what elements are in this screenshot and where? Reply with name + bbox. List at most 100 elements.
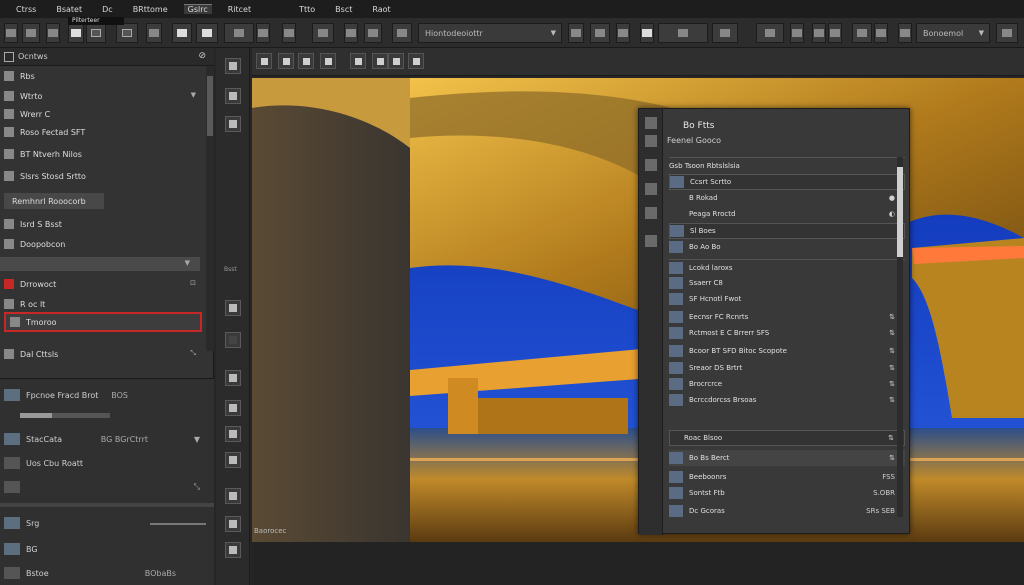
list-item[interactable]: Gsb Tsoon Rbtslslsia xyxy=(669,157,905,173)
sort-icon[interactable]: ⇅ xyxy=(889,454,895,462)
refresh-icon[interactable] xyxy=(408,53,424,69)
slider[interactable] xyxy=(150,523,206,525)
list-item[interactable]: Bo Ao Bo xyxy=(669,239,905,255)
expand-icon[interactable]: ⤡ xyxy=(190,349,196,358)
list-item[interactable]: Rbs xyxy=(0,66,206,86)
list-item[interactable]: Lcokd laroxs xyxy=(669,259,905,275)
share-icon[interactable] xyxy=(996,23,1018,43)
menu-item-7[interactable]: Ttto xyxy=(295,5,319,14)
close-icon[interactable]: ⊘ xyxy=(198,51,206,61)
list-item[interactable]: BT Ntverh Nilos xyxy=(0,144,206,164)
tool-path[interactable] xyxy=(225,452,241,468)
list-item[interactable]: SF Hcnotl Fwot xyxy=(669,291,905,307)
list-item[interactable]: Bo Bs Berct ⇅ xyxy=(669,450,905,466)
list-item[interactable]: Dc Gcoras SRs SEB xyxy=(669,503,905,519)
left-panel-scrollbar[interactable] xyxy=(206,66,214,351)
property-row[interactable]: Bstoe BObaBs xyxy=(0,563,214,583)
chain-icon[interactable] xyxy=(364,23,382,43)
list-item[interactable]: Isrd S Bsst xyxy=(0,214,206,234)
property-row[interactable]: BG xyxy=(0,539,214,559)
sort-icon[interactable]: ⇅ xyxy=(889,347,895,355)
scroll-thumb[interactable] xyxy=(897,167,903,257)
eye-icon[interactable] xyxy=(790,23,804,43)
link-icon[interactable] xyxy=(568,23,584,43)
chevron-down-icon[interactable]: ▼ xyxy=(185,259,190,267)
swap-icon[interactable] xyxy=(344,23,358,43)
tool-brush[interactable] xyxy=(225,116,241,132)
monitor-icon[interactable] xyxy=(116,23,138,43)
mail-icon[interactable] xyxy=(68,23,84,43)
tool-pen[interactable] xyxy=(225,300,241,316)
sort-icon[interactable]: ⇅ xyxy=(889,364,895,372)
strip-icon[interactable] xyxy=(645,135,657,147)
menu-item-6[interactable]: Ritcet xyxy=(224,5,255,14)
list-item[interactable]: Peaga Rroctd ◐ xyxy=(669,206,905,222)
text-icon[interactable] xyxy=(828,23,842,43)
brush-icon[interactable] xyxy=(196,23,218,43)
options-icon[interactable] xyxy=(756,23,784,43)
list-item[interactable]: Roso Fectad SFT xyxy=(0,122,206,142)
grid-icon[interactable] xyxy=(392,23,412,43)
property-row[interactable]: Uos Cbu Roatt xyxy=(0,453,214,473)
crop-icon[interactable] xyxy=(172,23,192,43)
sort-icon[interactable]: ⇅ xyxy=(888,434,894,442)
tool-text[interactable] xyxy=(225,426,241,442)
redo-icon[interactable] xyxy=(388,53,404,69)
tool-select[interactable] xyxy=(225,58,241,74)
rect-icon[interactable] xyxy=(86,23,106,43)
menu-item-5[interactable]: Gslrc xyxy=(183,4,212,14)
list-item[interactable]: Dal Cttsls ⤡ xyxy=(0,344,206,364)
chevron-down-icon[interactable]: ▼ xyxy=(191,91,196,99)
section-bar[interactable]: ▼ xyxy=(0,257,200,271)
strip-icon[interactable] xyxy=(645,183,657,195)
list-item[interactable]: Rctmost E C Brrerr SFS ⇅ xyxy=(669,325,905,341)
menu-item-4[interactable]: BRttome xyxy=(129,5,172,14)
list-item[interactable]: Eecnsr FC Rcnrts ⇅ xyxy=(669,309,905,325)
chevron-down-icon[interactable]: ▼ xyxy=(194,435,200,444)
strip-icon[interactable] xyxy=(645,159,657,171)
sort-icon[interactable]: ⇅ xyxy=(889,396,895,404)
shape-icon[interactable] xyxy=(852,23,872,43)
property-row[interactable]: Fpcnoe Fracd Brot BOS xyxy=(0,385,214,405)
menu-item-3[interactable]: Dc xyxy=(98,5,117,14)
tool-gradient[interactable] xyxy=(225,370,241,386)
list-item[interactable]: Roac Blsoo ⇅ xyxy=(669,430,905,446)
slider[interactable] xyxy=(20,413,110,418)
list-item[interactable]: R oc lt xyxy=(0,294,206,314)
strip-icon[interactable] xyxy=(645,235,657,247)
list-item[interactable]: Slsrs Stosd Srtto xyxy=(0,166,206,186)
property-row[interactable]: ⤡ xyxy=(0,477,214,497)
property-row[interactable]: StacCata BG BGrCtrrt ▼ xyxy=(0,429,214,449)
status-icon[interactable]: ● xyxy=(889,194,895,202)
effects-panel-scrollbar[interactable] xyxy=(897,157,903,517)
layers-icon[interactable] xyxy=(224,23,254,43)
tool-shape[interactable] xyxy=(225,488,241,504)
menu-item-2[interactable]: Bsatet xyxy=(52,5,86,14)
bookmark-icon[interactable] xyxy=(640,23,654,43)
list-item-highlighted[interactable]: Tmoroo xyxy=(4,312,202,332)
dot-icon[interactable] xyxy=(256,23,270,43)
list-item[interactable]: Brocrcrce ⇅ xyxy=(669,376,905,392)
pen-icon[interactable] xyxy=(812,23,826,43)
move-tool-icon[interactable] xyxy=(4,23,18,43)
select-tool-icon[interactable] xyxy=(22,23,40,43)
preset-dropdown[interactable]: Hiontodeoiottr ▼ xyxy=(418,23,562,43)
list-item[interactable]: Sl Boes xyxy=(669,223,905,239)
flip-icon[interactable] xyxy=(350,53,366,69)
pin-icon[interactable] xyxy=(372,53,388,69)
list-item[interactable]: Drrowoct ⊡ xyxy=(0,274,206,294)
sort-icon[interactable]: ⇅ xyxy=(889,313,895,321)
tool-crop[interactable] xyxy=(225,88,241,104)
list-item[interactable]: B Rokad ● xyxy=(669,190,905,206)
menu-item-1[interactable]: Ctrss xyxy=(12,5,40,14)
tool-hand[interactable] xyxy=(225,516,241,532)
list-item-selected[interactable]: Remhnrl Rooocorb xyxy=(4,193,104,209)
frame-icon[interactable] xyxy=(146,23,162,43)
list-item[interactable]: Bcoor BT SFD Bitoc Scopote ⇅ xyxy=(669,343,905,359)
menu-item-9[interactable]: Raot xyxy=(368,5,394,14)
target-icon[interactable] xyxy=(874,23,888,43)
list-item[interactable]: Sontst Ftb S.OBR xyxy=(669,485,905,501)
tool-zoom[interactable] xyxy=(225,542,241,558)
play-icon[interactable] xyxy=(298,53,314,69)
history-icon[interactable] xyxy=(658,23,708,43)
